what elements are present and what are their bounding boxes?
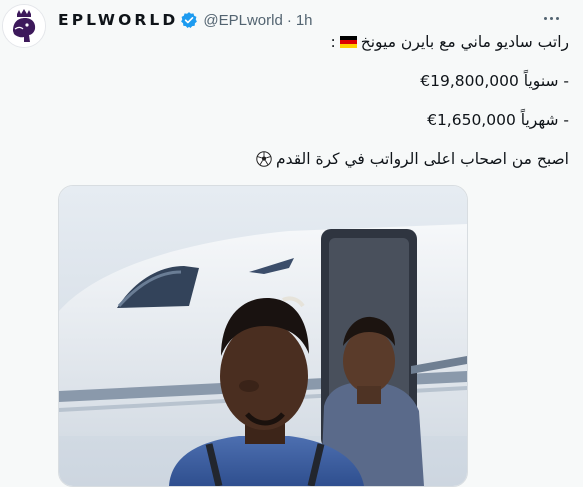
photo-two-men-by-private-jet <box>59 186 467 486</box>
germany-flag-icon <box>339 36 357 48</box>
verified-badge-icon <box>181 12 198 28</box>
header-separator: · <box>286 11 292 29</box>
more-options-button[interactable] <box>539 10 563 26</box>
author-handle[interactable]: @EPLworld <box>203 12 282 29</box>
author-display-name[interactable]: EPLWORLD <box>58 11 178 29</box>
author-avatar[interactable] <box>2 4 46 48</box>
more-dots-icon <box>543 16 547 20</box>
tweet-text-line-2: - سنوياً 19,800,000€ <box>420 72 569 90</box>
tweet-text-line-3: - شهرياً 1,650,000€ <box>427 111 569 129</box>
tweet-text: راتب ساديو ماني مع بايرن ميونخ: - سنوياً… <box>58 32 569 169</box>
tweet-text-line-1: راتب ساديو ماني مع بايرن ميونخ: <box>330 33 569 51</box>
tweet-photo[interactable] <box>58 185 468 487</box>
tweet-card[interactable]: EPLWORLD @EPLworld · 1h راتب ساديو ماني … <box>0 0 583 487</box>
tweet-timestamp[interactable]: 1h <box>296 12 313 29</box>
tweet-header: EPLWORLD @EPLworld · 1h <box>58 8 583 32</box>
soccer-ball-icon <box>256 151 272 167</box>
tweet-text-line-4: اصبح من اصحاب اعلى الرواتب في كرة القدم <box>58 149 569 169</box>
premier-league-lion-icon <box>3 5 45 47</box>
